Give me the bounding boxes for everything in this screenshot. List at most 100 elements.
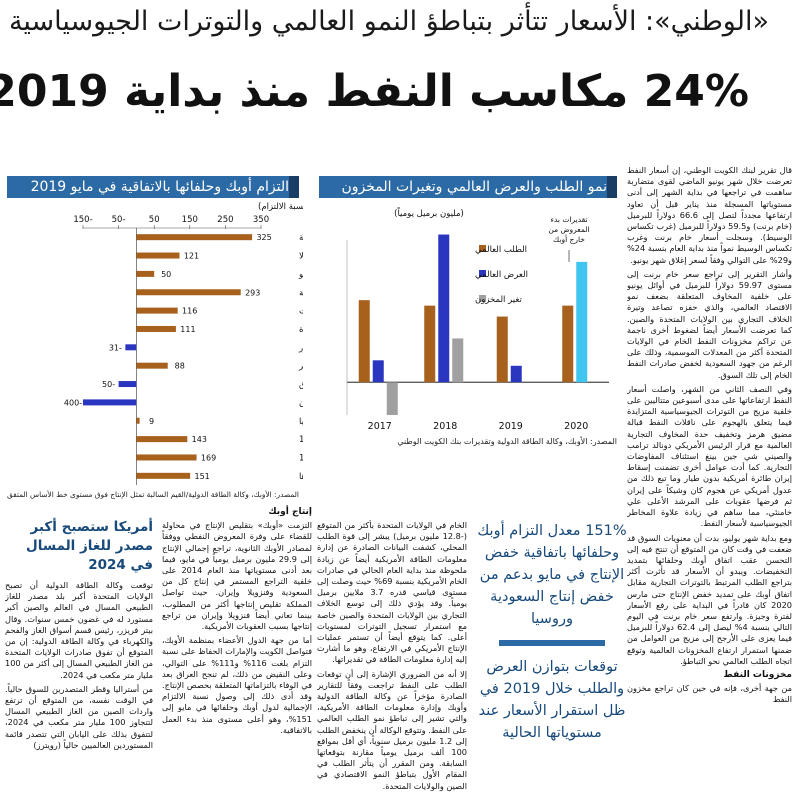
heading-accent <box>290 176 300 198</box>
data-label: 9 <box>150 417 155 426</box>
data-label: 169 <box>202 453 217 462</box>
bar <box>453 338 465 383</box>
bar <box>126 344 138 351</box>
unit-label: (مليون برميل يومياً) <box>395 206 465 219</box>
category-label: حلفاء الأوبك 10 <box>300 452 304 463</box>
annotation-label: خارج أوبك <box>554 234 586 244</box>
paragraph: وأشار التقرير إلى تراجع سعر خام برنت إلى… <box>628 268 793 380</box>
pull-quote-text: 151% معدل التزام أوبك وحلفائها باتفاقية … <box>478 523 628 627</box>
bar <box>511 365 523 383</box>
bar <box>439 234 451 383</box>
bar <box>119 381 138 388</box>
category-label: الغابون <box>300 398 304 408</box>
paragraph: الخام في الولايات المتحدة بأكثر من المتو… <box>318 520 468 665</box>
article-column-3: إنتاج أوبك التزمت «أوبك» بتقليص الإنتاج … <box>163 505 313 795</box>
chart-source: المصدر: الأوبك، وكالة الطاقة الدولية وتق… <box>398 437 618 446</box>
x-tick-label: 2018 <box>434 421 458 432</box>
legend-label: تغير المخزون <box>476 295 523 305</box>
paragraph: توقعت وكالة الطاقة الدولية أن تصبح الولا… <box>6 580 154 680</box>
bar <box>137 436 189 443</box>
divider <box>500 640 606 646</box>
paragraph: التزمت «أوبك» بتقليص الإنتاج في محاولة ل… <box>163 520 313 632</box>
bar <box>373 360 385 383</box>
pull-quote: 151% معدل التزام أوبك وحلفائها باتفاقية … <box>478 520 628 790</box>
category-label: أنغولا <box>300 250 304 262</box>
bar <box>137 472 192 479</box>
kicker: «الوطني»: الأسعار تتأثر بتباطؤ النمو الع… <box>9 6 770 37</box>
x-tick-label: -50 <box>113 215 127 225</box>
data-label: 325 <box>257 233 272 242</box>
bar <box>137 252 181 259</box>
legend-label: العرض العالمي <box>476 270 529 280</box>
bar <box>359 300 371 383</box>
bar <box>137 270 156 277</box>
x-tick-label: 2019 <box>500 421 524 432</box>
category-label: الإكوادور <box>299 343 304 353</box>
bar <box>387 382 399 415</box>
supply-demand-chart: 2017 2018 2019 2020 الطلب العالمي العرض العال… <box>347 206 610 432</box>
bar <box>137 417 141 424</box>
category-label: المملكة العربية السعودية <box>300 288 304 298</box>
compliance-chart: (% نسبة الالتزام) -150 -50 50 150 250 350 غينيا… <box>65 202 304 485</box>
x-tick-label: 350 <box>254 215 270 225</box>
data-label: -31 <box>110 343 123 352</box>
unit-label: (% نسبة الالتزام) <box>259 202 304 212</box>
x-tick-label: 150 <box>183 215 199 225</box>
bar <box>137 325 177 332</box>
heading-accent <box>608 176 618 198</box>
article-column-1: قال تقرير لبنك الكويت الوطني، إن أسعار ا… <box>628 165 793 800</box>
category-label: الكويت <box>300 307 304 317</box>
chart-heading-supply-demand: نمو الطلب والعرض العالمي وتغيرات المخزون <box>320 176 618 198</box>
category-label: الجزائر <box>299 362 304 372</box>
data-label: 143 <box>193 435 208 444</box>
category-label: أوبك 11 <box>300 433 304 445</box>
data-label: 121 <box>185 252 200 261</box>
paragraph: قال تقرير لبنك الكويت الوطني، إن أسعار ا… <box>628 165 793 265</box>
annotation-label: تقديرات بدء <box>551 215 588 224</box>
x-tick-label: 2017 <box>369 421 393 432</box>
chart-source: المصدر: الأوبك، وكالة الطاقة الدولية/الق… <box>7 490 300 499</box>
data-label: -400 <box>65 398 83 407</box>
x-tick-label: 250 <box>218 215 234 225</box>
bar <box>137 362 169 369</box>
bar <box>497 316 509 383</box>
x-tick-label: 2020 <box>565 421 589 432</box>
data-label: 88 <box>176 362 186 371</box>
bar <box>563 305 575 383</box>
subheading: مخزونات النفط <box>724 669 793 680</box>
category-label: الإمارات العربية المتحدة <box>300 325 304 335</box>
paragraph: أما من جهة الدول الأعضاء بمنظمة الأوبك، … <box>163 635 313 735</box>
headline: 24% مكاسب النفط منذ بداية 2019 <box>0 66 750 117</box>
data-label: 293 <box>246 288 261 297</box>
bar <box>84 399 138 406</box>
bar <box>137 307 179 314</box>
chart-title: نمو الطلب والعرض العالمي وتغيرات المخزون <box>342 179 608 195</box>
chart-heading-compliance: التزام أوبك وحلفائها بالاتفاقية في مايو … <box>8 176 300 198</box>
paragraph: إلا أنه من الضروري الإشارة إلى أن توقعات… <box>318 668 468 791</box>
bar <box>137 234 254 241</box>
bar <box>425 305 437 383</box>
x-tick-label: -150 <box>74 215 93 225</box>
bar <box>577 261 589 383</box>
x-tick-label: 50 <box>150 215 161 225</box>
article-column-4: توقعت وكالة الطاقة الدولية أن تصبح الولا… <box>6 580 154 795</box>
bar <box>137 454 198 461</box>
paragraph: من أستراليا وقطر المتصدرين للسوق حالياً.… <box>6 683 154 750</box>
category-label: نيجيريا <box>300 417 304 427</box>
data-label: 151 <box>196 472 211 481</box>
data-label: 50 <box>162 270 172 279</box>
data-label: -50 <box>103 380 116 389</box>
side-story-title: أمريكا ستصبح أكبر مصدر للغاز المسال في 2… <box>27 519 154 573</box>
pull-quote-text: توقعات بتوازن العرض والطلب خلال 2019 في … <box>479 659 627 741</box>
annotation-label: المعروض من <box>549 225 590 234</box>
paragraph: ومع بداية شهر يوليو، بدت أن معنويات السو… <box>628 532 793 666</box>
article-column-2: الخام في الولايات المتحدة بأكثر من المتو… <box>318 520 468 795</box>
category-label: العراق <box>300 380 304 390</box>
subheading: إنتاج أوبك <box>269 507 313 517</box>
category-label: أوبك وحلفاؤها <box>300 470 304 482</box>
data-label: 111 <box>181 325 196 334</box>
chart-title: التزام أوبك وحلفائها بالاتفاقية في مايو … <box>31 179 290 195</box>
data-label: 116 <box>183 307 198 316</box>
paragraph: وفي النصف الثاني من الشهر، واصلت أسعار ا… <box>628 383 793 529</box>
bar <box>137 289 242 296</box>
